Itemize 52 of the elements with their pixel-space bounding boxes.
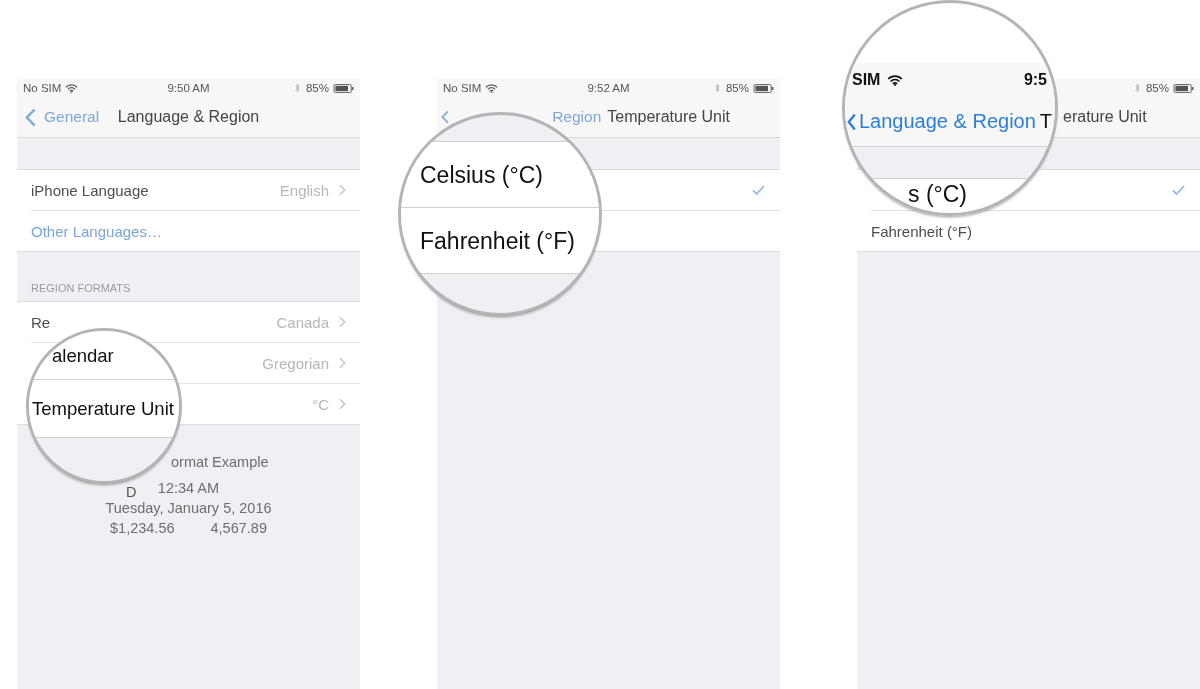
magnified-label: alendar bbox=[52, 345, 114, 367]
battery-icon bbox=[753, 83, 774, 93]
example-amount: $1,234.56 bbox=[110, 519, 175, 538]
clock-time: 9:52 AM bbox=[587, 81, 630, 95]
magnified-label: Fahrenheit (°F) bbox=[420, 227, 575, 254]
chevron-left-icon[interactable] bbox=[441, 110, 449, 124]
magnified-back-link[interactable]: Language & Region bbox=[859, 110, 1036, 133]
chevron-left-icon[interactable] bbox=[847, 112, 856, 131]
row-label[interactable]: Re bbox=[31, 314, 51, 330]
example-line: 12:34 AM bbox=[157, 479, 220, 498]
magnified-label: Celsius (°C) bbox=[420, 161, 543, 188]
row-value: Canada bbox=[276, 313, 329, 331]
section-header: REGION FORMATS bbox=[30, 281, 132, 296]
magnified-carrier-label: SIM bbox=[852, 71, 881, 89]
carrier-label: No SIM bbox=[443, 81, 482, 95]
magnified-clock-time: 9:5 bbox=[1023, 71, 1047, 89]
clock-time: 9:50 AM bbox=[167, 81, 210, 95]
carrier-label: No SIM bbox=[23, 81, 62, 95]
battery-icon bbox=[1173, 83, 1194, 93]
example-heading: ormat Example bbox=[171, 453, 269, 471]
chevron-left-icon[interactable] bbox=[25, 107, 36, 127]
row-value: °C bbox=[312, 395, 329, 413]
wifi-icon bbox=[485, 83, 499, 93]
row-value: Gregorian bbox=[262, 354, 329, 372]
magnified-title: T bbox=[1039, 110, 1053, 133]
chevron-right-icon bbox=[339, 184, 346, 196]
back-link[interactable]: General bbox=[44, 108, 100, 126]
row-label[interactable]: iPhone Language bbox=[31, 182, 149, 198]
wifi-icon bbox=[887, 74, 904, 86]
example-line: Tuesday, January 5, 2016 bbox=[105, 499, 272, 518]
bluetooth-icon bbox=[294, 83, 300, 93]
wifi-icon bbox=[65, 83, 79, 93]
option-label[interactable]: Fahrenheit (°F) bbox=[871, 223, 973, 239]
chevron-right-icon bbox=[339, 398, 346, 410]
battery-icon bbox=[333, 83, 354, 93]
bluetooth-icon bbox=[1134, 83, 1140, 93]
screen-title: Language & Region bbox=[117, 108, 260, 126]
screen-title: Temperature Unit bbox=[607, 108, 730, 126]
screen-title: erature Unit bbox=[1063, 108, 1147, 126]
example-text-fragment: D bbox=[126, 485, 137, 500]
link-label[interactable]: Other Languages… bbox=[31, 223, 162, 239]
battery-percent: 85% bbox=[725, 81, 749, 95]
chevron-right-icon bbox=[339, 316, 346, 328]
back-link[interactable]: Region bbox=[552, 108, 602, 126]
magnified-label: Temperature Unit bbox=[32, 397, 174, 420]
row-value: English bbox=[279, 181, 329, 199]
battery-percent: 85% bbox=[1145, 81, 1169, 95]
magnified-label: s (°C) bbox=[908, 181, 968, 207]
bluetooth-icon bbox=[714, 83, 720, 93]
example-amount: 4,567.89 bbox=[210, 519, 267, 538]
chevron-right-icon bbox=[339, 357, 346, 369]
battery-percent: 85% bbox=[305, 81, 329, 95]
